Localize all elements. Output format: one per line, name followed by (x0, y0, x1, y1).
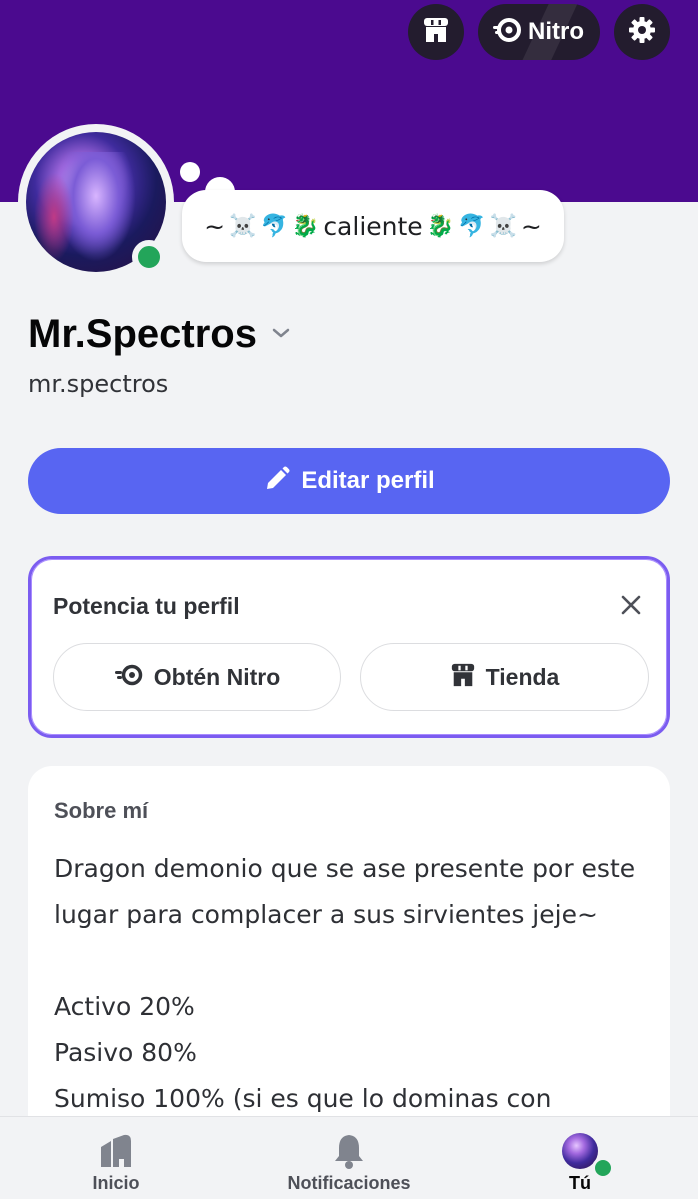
home-icon (98, 1131, 134, 1171)
about-me-text: Dragon demonio que se ase presente por e… (54, 854, 636, 1113)
boost-profile-card: Potencia tu perfil Obtén Nitro Tienda (28, 556, 670, 738)
gear-icon (627, 15, 657, 49)
nitro-button-label: Nitro (528, 18, 584, 45)
shop-icon (422, 16, 450, 48)
dolphin-emoji-icon: 🐬 (458, 213, 486, 239)
boost-card-title: Potencia tu perfil (53, 593, 240, 619)
settings-button[interactable] (614, 4, 670, 60)
thought-bubble-dot (180, 162, 200, 182)
nav-notifications-label: Notificaciones (287, 1173, 411, 1193)
status-suffix: ~ (520, 211, 542, 241)
skull-emoji-icon: ☠️ (489, 213, 517, 239)
nav-you-label: Tú (569, 1173, 591, 1193)
custom-status-bubble[interactable]: ~ ☠️ 🐬 🐉 caliente 🐉 🐬 ☠️ ~ (182, 190, 564, 262)
shop-pill-button[interactable]: Tienda (360, 643, 649, 711)
chevron-down-icon[interactable] (271, 325, 291, 344)
shop-label: Tienda (485, 663, 560, 690)
nav-home[interactable]: Inicio (70, 1117, 162, 1199)
nitro-button[interactable]: Nitro (478, 4, 600, 60)
bell-icon (332, 1131, 366, 1171)
dolphin-emoji-icon: 🐬 (260, 213, 288, 239)
nav-notifications[interactable]: Notificaciones (274, 1117, 424, 1199)
display-name: Mr.Spectros (28, 312, 257, 356)
avatar (562, 1133, 614, 1179)
shop-icon (450, 662, 476, 692)
get-nitro-label: Obtén Nitro (153, 663, 281, 690)
username: mr.spectros (28, 370, 169, 398)
online-status-indicator (132, 240, 166, 274)
edit-profile-label: Editar perfil (301, 467, 435, 494)
pencil-icon (263, 465, 291, 497)
close-icon[interactable] (617, 591, 645, 619)
online-status-indicator (592, 1157, 614, 1179)
dragon-emoji-icon: 🐉 (426, 213, 455, 239)
shop-button[interactable] (408, 4, 464, 60)
about-me-title: Sobre mí (54, 798, 149, 823)
nav-home-label: Inicio (92, 1173, 140, 1193)
status-prefix: ~ (204, 211, 226, 241)
nav-you[interactable]: Tú (540, 1117, 620, 1199)
nitro-icon (114, 663, 144, 691)
status-text: caliente (323, 211, 423, 241)
skull-emoji-icon: ☠️ (229, 213, 257, 239)
get-nitro-button[interactable]: Obtén Nitro (53, 643, 341, 711)
display-name-row[interactable]: Mr.Spectros (28, 312, 291, 357)
dragon-emoji-icon: 🐉 (291, 213, 320, 239)
nitro-icon (492, 17, 522, 47)
bottom-navigation: Inicio Notificaciones Tú (0, 1116, 698, 1199)
top-actions: Nitro (408, 4, 670, 60)
nav-avatar-wrap (562, 1131, 614, 1179)
edit-profile-button[interactable]: Editar perfil (28, 448, 670, 514)
